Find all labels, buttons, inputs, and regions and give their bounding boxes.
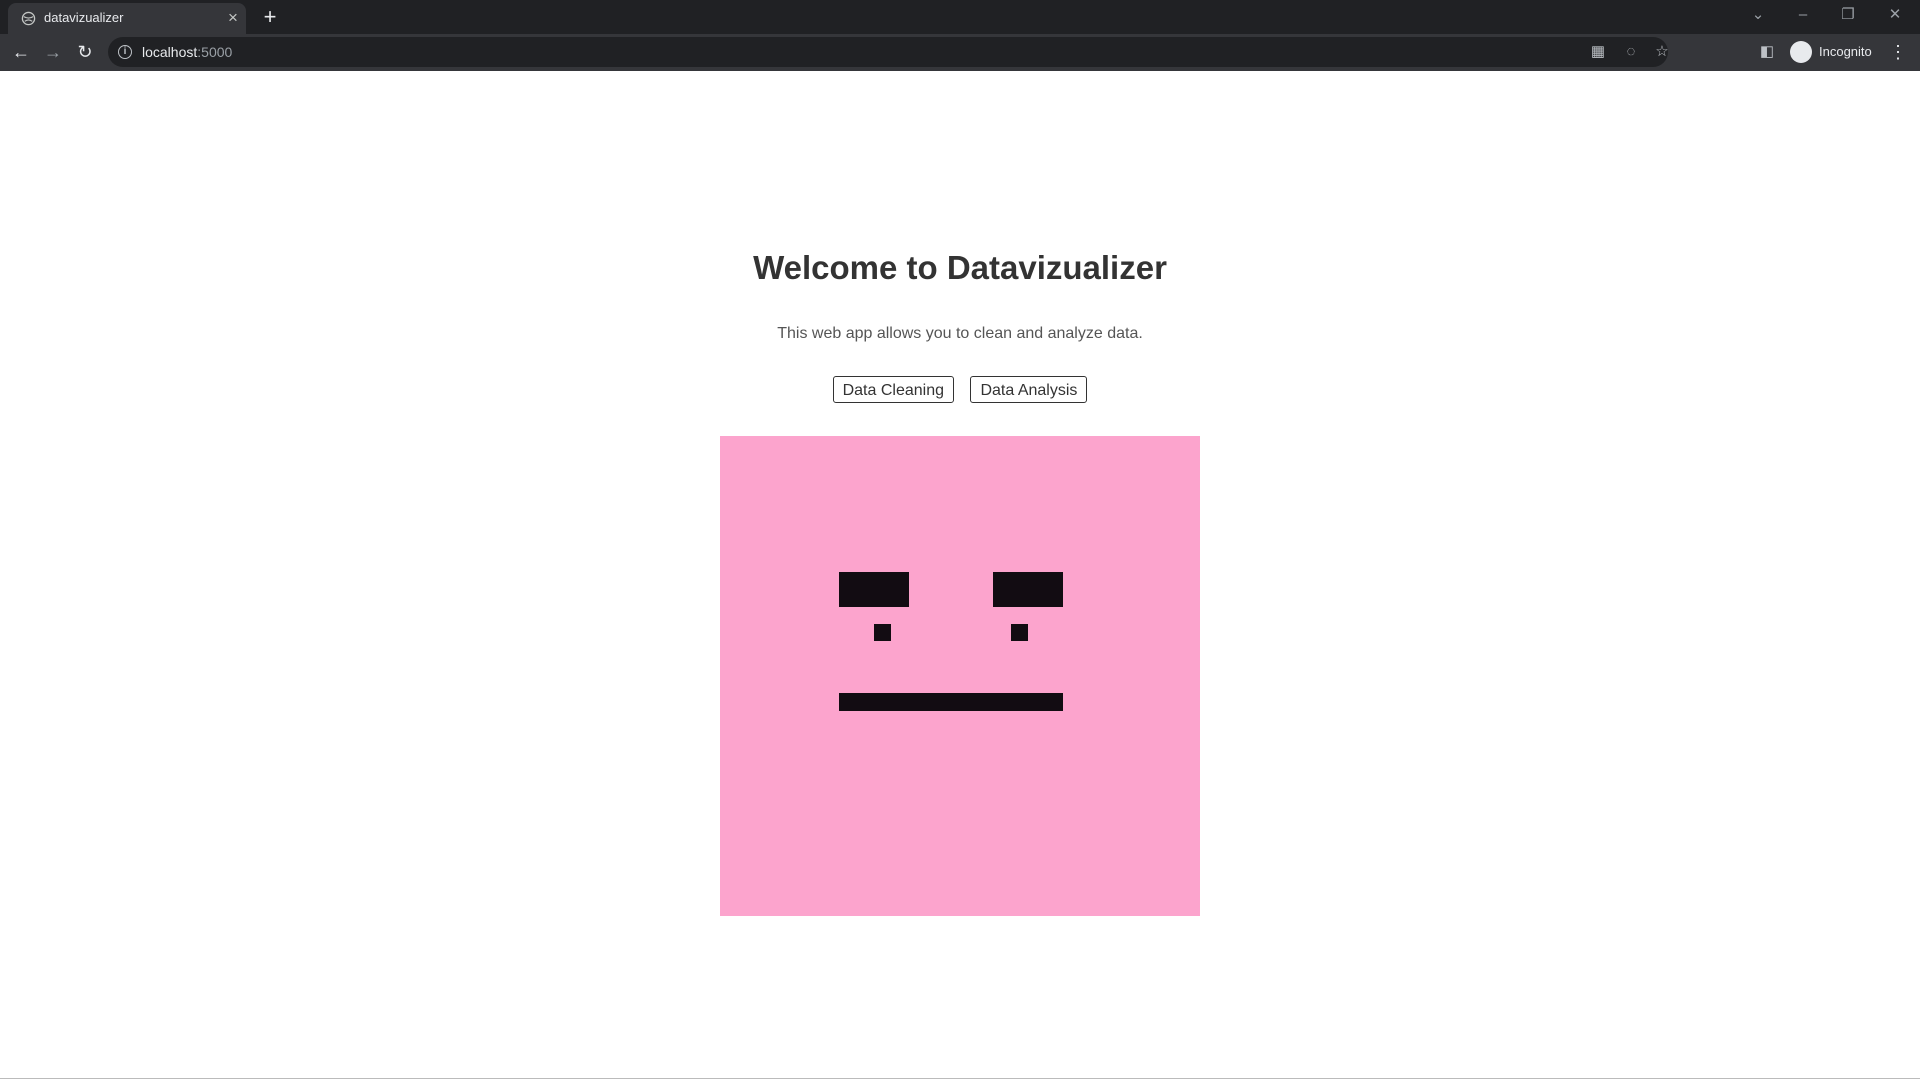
url-text[interactable]: localhost:5000 bbox=[142, 44, 232, 60]
action-buttons: Data Cleaning Data Analysis bbox=[0, 376, 1920, 403]
tab-strip: datavizualizer × + ⌄ – ❐ ✕ bbox=[0, 0, 1920, 34]
minimize-icon[interactable]: – bbox=[1783, 2, 1823, 28]
profile-label: Incognito bbox=[1819, 44, 1872, 59]
forward-icon[interactable]: → bbox=[40, 39, 66, 65]
install-app-icon[interactable]: ▦ bbox=[1585, 39, 1611, 65]
left-brow bbox=[839, 572, 909, 607]
tab-datavizualizer[interactable]: datavizualizer × bbox=[8, 3, 246, 34]
right-brow bbox=[993, 572, 1063, 607]
star-bookmark-icon[interactable]: ☆ bbox=[1649, 39, 1675, 65]
browser-chrome: datavizualizer × + ⌄ – ❐ ✕ ← → ↻ i local… bbox=[0, 0, 1920, 71]
reload-icon[interactable]: ↻ bbox=[72, 39, 98, 65]
restore-icon[interactable]: ❐ bbox=[1828, 2, 1868, 28]
eye-off-icon[interactable]: ◌ bbox=[1618, 39, 1644, 65]
tab-search-icon[interactable]: ⌄ bbox=[1738, 2, 1778, 28]
mouth bbox=[839, 693, 1063, 711]
neutral-face-image bbox=[720, 436, 1200, 916]
profile-button[interactable]: Incognito bbox=[1788, 38, 1892, 66]
data-analysis-button[interactable]: Data Analysis bbox=[970, 376, 1088, 403]
page-content: Welcome to Datavizualizer This web app a… bbox=[0, 71, 1920, 1079]
address-bar[interactable]: i localhost:5000 ☆ ◌ ▦ bbox=[108, 37, 1669, 67]
close-window-icon[interactable]: ✕ bbox=[1875, 2, 1915, 28]
left-eye bbox=[874, 624, 891, 641]
page-subtitle: This web app allows you to clean and ana… bbox=[777, 325, 1143, 342]
globe-icon bbox=[21, 11, 36, 26]
more-menu-icon[interactable]: ⋮ bbox=[1888, 39, 1908, 65]
tab-title: datavizualizer bbox=[44, 10, 124, 25]
browser-toolbar: ← → ↻ i localhost:5000 ☆ ◌ ▦ ◧ Incognito… bbox=[0, 34, 1920, 71]
site-info-icon[interactable]: i bbox=[118, 45, 132, 59]
right-eye bbox=[1011, 624, 1028, 641]
new-tab-icon[interactable]: + bbox=[258, 5, 282, 29]
url-host: localhost bbox=[142, 44, 198, 60]
back-icon[interactable]: ← bbox=[8, 39, 34, 65]
side-panel-icon[interactable]: ◧ bbox=[1754, 39, 1780, 65]
data-cleaning-button[interactable]: Data Cleaning bbox=[832, 376, 954, 403]
incognito-icon bbox=[1790, 41, 1812, 63]
url-port: :5000 bbox=[197, 44, 233, 60]
close-tab-icon[interactable]: × bbox=[224, 9, 242, 27]
page-title: Welcome to Datavizualizer bbox=[753, 249, 1167, 286]
